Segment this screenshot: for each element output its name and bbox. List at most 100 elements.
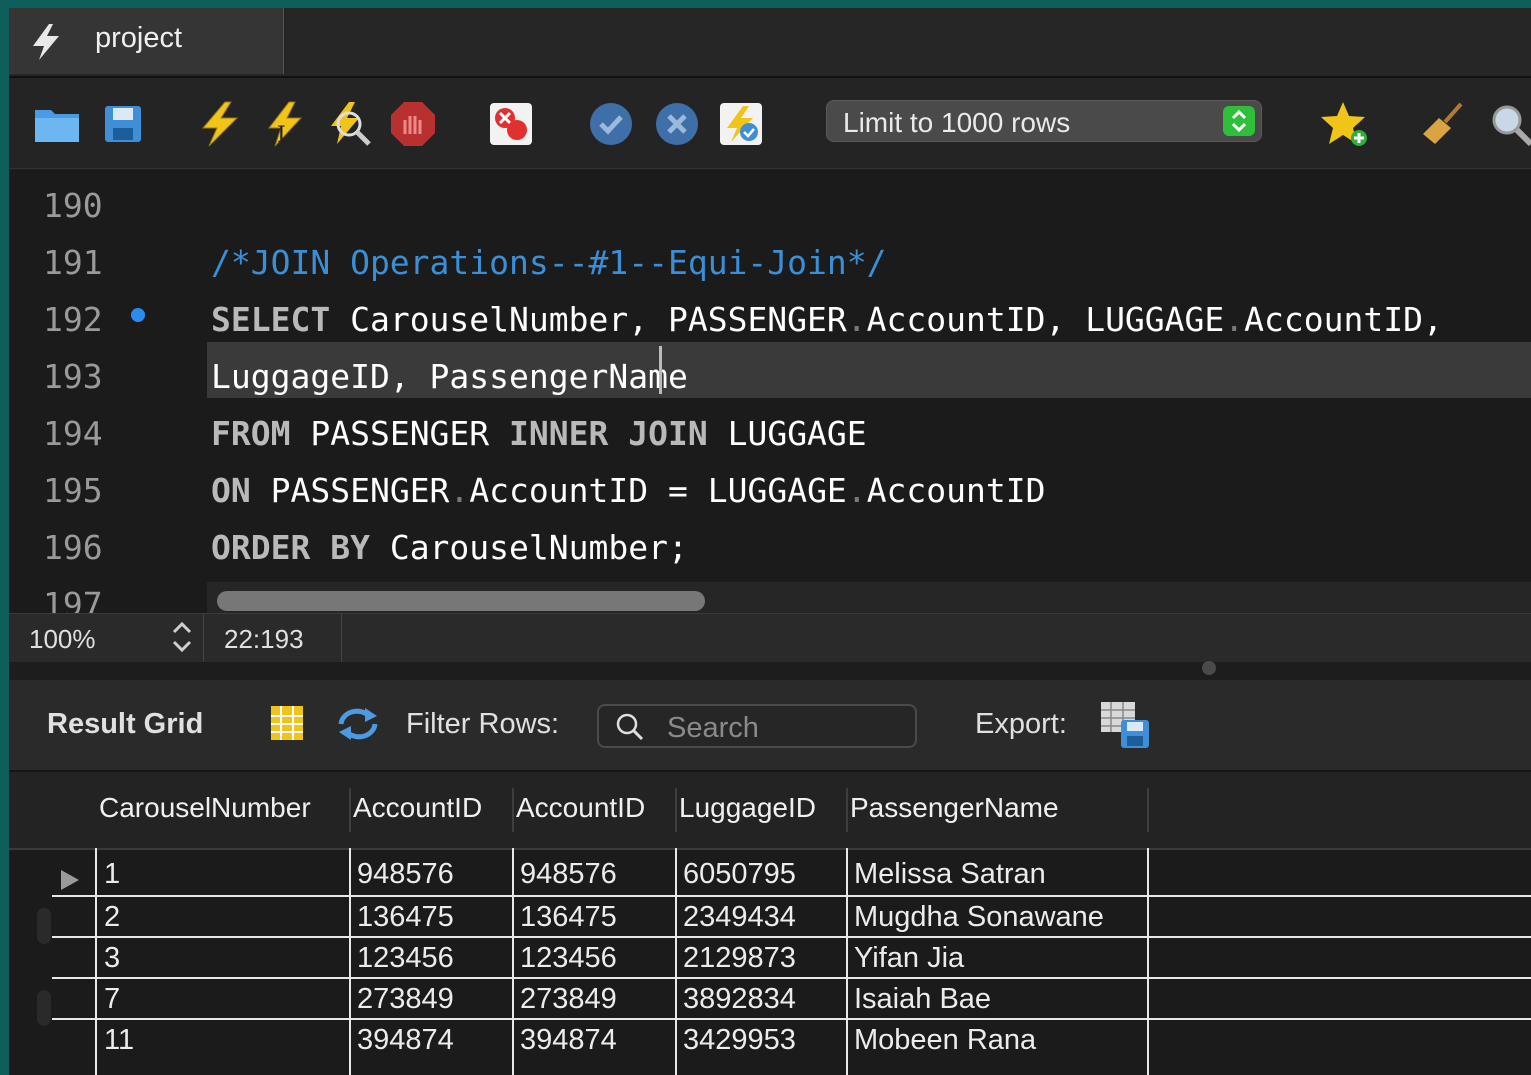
- column-header-luggageid[interactable]: LuggageID: [679, 792, 816, 824]
- table-row[interactable]: 1 948576 948576 6050795 Melissa Satran: [52, 854, 1531, 895]
- table-cell[interactable]: 136475: [357, 901, 454, 934]
- sql-token: PASSENGER: [250, 471, 450, 510]
- table-cell[interactable]: 11: [104, 1024, 134, 1057]
- sql-editor[interactable]: 190 191 /*JOIN Operations--#1--Equi-Join*/…: [9, 170, 1531, 624]
- sql-token: LuggageID, PassengerName: [211, 357, 688, 396]
- sql-keyword: ON: [211, 471, 251, 510]
- table-cell[interactable]: 123456: [520, 942, 617, 975]
- current-row-arrow-icon: [61, 870, 79, 890]
- table-cell[interactable]: 394874: [520, 1024, 617, 1057]
- column-header-accountid-passenger[interactable]: AccountID: [353, 792, 482, 824]
- column-divider[interactable]: [349, 788, 351, 832]
- column-header-accountid-luggage[interactable]: AccountID: [516, 792, 645, 824]
- filter-search-box[interactable]: [597, 704, 917, 748]
- table-cell[interactable]: 3892834: [683, 983, 796, 1016]
- select-stepper-icon: [1223, 106, 1255, 136]
- grid-header-row: CarouselNumber AccountID AccountID Lugga…: [9, 772, 1531, 850]
- commit-icon[interactable]: [587, 100, 635, 148]
- code-line[interactable]: /*JOIN Operations--#1--Equi-Join*/: [211, 243, 887, 282]
- table-cell[interactable]: Melissa Satran: [854, 858, 1046, 891]
- table-row[interactable]: 7 273849 273849 3892834 Isaiah Bae: [52, 977, 1531, 1020]
- result-grid[interactable]: CarouselNumber AccountID AccountID Lugga…: [9, 772, 1531, 1075]
- table-cell[interactable]: 3429953: [683, 1024, 796, 1057]
- table-cell[interactable]: 394874: [357, 1024, 454, 1057]
- save-icon[interactable]: [99, 100, 147, 148]
- toggle-error-icon[interactable]: [487, 100, 535, 148]
- column-divider[interactable]: [512, 788, 514, 832]
- limit-rows-select[interactable]: Limit to 1000 rows: [826, 100, 1262, 142]
- table-cell[interactable]: 948576: [520, 858, 617, 891]
- code-line[interactable]: FROM PASSENGER INNER JOIN LUGGAGE: [211, 414, 867, 453]
- code-line[interactable]: SELECT CarouselNumber, PASSENGER.Account…: [211, 300, 1443, 339]
- tab-project[interactable]: project: [9, 8, 284, 74]
- limit-rows-label: Limit to 1000 rows: [843, 107, 1071, 138]
- table-cell[interactable]: Mobeen Rana: [854, 1024, 1036, 1057]
- row-gutter-mark: [37, 990, 51, 1026]
- grid-view-icon[interactable]: [269, 704, 305, 742]
- sql-token: .: [846, 300, 867, 339]
- table-cell[interactable]: 123456: [357, 942, 454, 975]
- table-cell[interactable]: 6050795: [683, 858, 796, 891]
- search-input[interactable]: [665, 710, 909, 746]
- refresh-icon[interactable]: [335, 704, 381, 744]
- grid-column-line: [349, 848, 351, 1075]
- code-line[interactable]: ON PASSENGER.AccountID = LUGGAGE.Account…: [211, 471, 1046, 510]
- sql-token: CarouselNumber;: [369, 528, 688, 567]
- row-gutter-mark: [37, 908, 51, 944]
- table-cell[interactable]: 273849: [357, 983, 454, 1016]
- code-line[interactable]: LuggageID, PassengerName: [211, 357, 688, 396]
- sql-keyword: SELECT: [211, 300, 331, 339]
- search-icon: [616, 713, 644, 741]
- export-icon[interactable]: [1099, 700, 1151, 750]
- execute-icon[interactable]: [195, 100, 243, 148]
- autocommit-icon[interactable]: [717, 100, 765, 148]
- table-row[interactable]: 11 394874 394874 3429953 Mobeen Rana: [52, 1018, 1531, 1061]
- column-header-carouselnumber[interactable]: CarouselNumber: [99, 792, 311, 824]
- table-cell[interactable]: 3: [104, 942, 120, 975]
- table-cell[interactable]: Mugdha Sonawane: [854, 901, 1104, 934]
- table-cell[interactable]: 948576: [357, 858, 454, 891]
- code-line[interactable]: ORDER BY CarouselNumber;: [211, 528, 688, 567]
- column-divider[interactable]: [1147, 788, 1149, 832]
- folder-icon[interactable]: [33, 100, 81, 148]
- sql-token: AccountID,: [1244, 300, 1443, 339]
- table-cell[interactable]: 2349434: [683, 901, 796, 934]
- status-divider: [341, 614, 342, 662]
- zoom-stepper-icon[interactable]: [169, 618, 195, 656]
- table-cell[interactable]: Isaiah Bae: [854, 983, 991, 1016]
- line-number: 193: [43, 357, 103, 396]
- sql-keyword: INNER JOIN: [509, 414, 708, 453]
- horizontal-scrollbar-thumb[interactable]: [217, 591, 705, 611]
- filter-rows-label: Filter Rows:: [406, 708, 560, 740]
- column-divider[interactable]: [846, 788, 848, 832]
- column-divider[interactable]: [675, 788, 677, 832]
- table-cell[interactable]: 1: [104, 858, 120, 891]
- explain-icon[interactable]: [325, 100, 373, 148]
- table-row[interactable]: 2 136475 136475 2349434 Mugdha Sonawane: [52, 895, 1531, 938]
- panel-splitter-handle[interactable]: [1202, 661, 1216, 675]
- status-divider: [203, 614, 204, 662]
- table-cell[interactable]: 273849: [520, 983, 617, 1016]
- tab-title: project: [95, 22, 183, 54]
- execute-current-icon[interactable]: I: [261, 100, 309, 148]
- bookmark-star-icon[interactable]: [1321, 100, 1369, 148]
- zoom-level: 100%: [29, 624, 96, 654]
- rollback-icon[interactable]: [653, 100, 701, 148]
- table-row[interactable]: 3 123456 123456 2129873 Yifan Jia: [52, 936, 1531, 979]
- beautify-broom-icon[interactable]: [1421, 100, 1469, 148]
- table-cell[interactable]: 2: [104, 901, 120, 934]
- line-number: 191: [43, 243, 103, 282]
- sql-keyword: FROM: [211, 414, 291, 453]
- stop-icon[interactable]: [389, 100, 437, 148]
- line-number: 190: [43, 186, 103, 225]
- table-cell[interactable]: Yifan Jia: [854, 942, 964, 975]
- sql-toolbar: I Limit to 1000 rows: [9, 78, 1531, 169]
- column-header-passengername[interactable]: PassengerName: [850, 792, 1059, 824]
- table-cell[interactable]: 7: [104, 983, 120, 1016]
- find-icon[interactable]: [1487, 100, 1531, 148]
- sql-comment: /*JOIN Operations--#1--Equi-Join*/: [211, 243, 887, 282]
- sql-token: AccountID: [866, 471, 1046, 510]
- table-cell[interactable]: 2129873: [683, 942, 796, 975]
- table-cell[interactable]: 136475: [520, 901, 617, 934]
- cursor-position: 22:193: [224, 624, 304, 654]
